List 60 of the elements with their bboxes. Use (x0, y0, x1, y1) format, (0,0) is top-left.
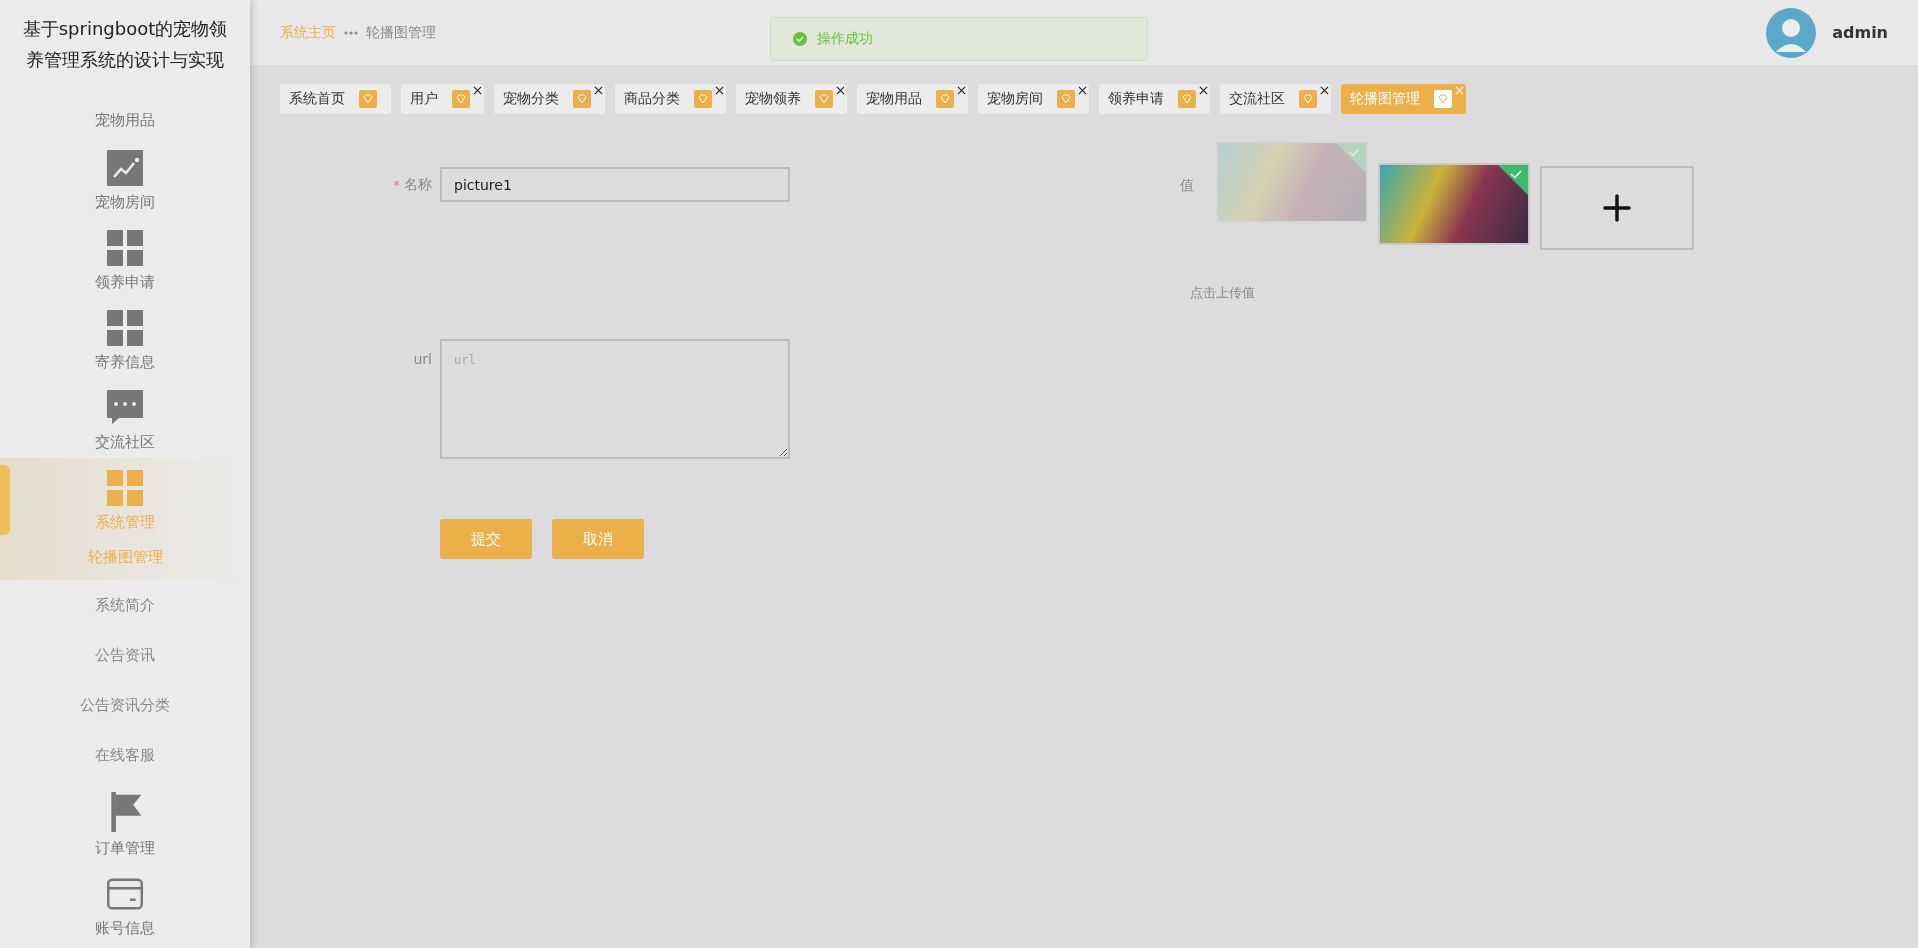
tab-label: 轮播图管理 (1350, 90, 1420, 108)
tab-label: 用户 (410, 90, 438, 108)
card-icon (107, 876, 143, 912)
page-tab[interactable]: 领养申请 (1099, 84, 1210, 114)
close-icon[interactable] (473, 86, 482, 95)
photo-placeholder[interactable] (1378, 163, 1530, 245)
page-tab[interactable]: 宠物分类 (494, 84, 605, 114)
tab-label: 宠物领养 (745, 90, 801, 108)
toast-message: 操作成功 (817, 30, 873, 48)
plus-icon (1603, 194, 1631, 222)
page-tab[interactable]: 宠物房间 (978, 84, 1089, 114)
sidebar-menu-item[interactable]: 交流社区 (0, 378, 250, 458)
name-input[interactable]: picture1 (440, 167, 790, 202)
sidebar-submenu-item[interactable]: 在线客服 (0, 730, 250, 780)
tab-label: 领养申请 (1108, 90, 1164, 108)
sidebar-submenu-item[interactable]: 公告资讯 (0, 630, 250, 680)
more-dots-icon (344, 30, 358, 35)
sidebar-submenu-item[interactable]: 系统简介 (0, 580, 250, 630)
close-icon[interactable] (1320, 86, 1329, 95)
check-circle-icon (793, 32, 807, 46)
check-corner-icon (1498, 165, 1528, 195)
close-icon[interactable] (1078, 86, 1087, 95)
page-tab[interactable]: 商品分类 (615, 84, 726, 114)
field-label: 名称 (404, 175, 432, 194)
page-tab[interactable]: 宠物领养 (736, 84, 847, 114)
sidebar-menu-item[interactable]: 订单管理 (0, 780, 250, 864)
chat-icon (107, 390, 143, 426)
sidebar-menu-item[interactable]: 寄养信息 (0, 298, 250, 378)
sidebar-menu-item[interactable]: 账号信息 (0, 864, 250, 944)
tab-label: 交流社区 (1229, 90, 1285, 108)
check-corner-icon (1336, 143, 1366, 173)
field-label: 值 (1180, 176, 1195, 195)
page-tab[interactable]: 交流社区 (1220, 84, 1331, 114)
grid-icon (107, 230, 143, 266)
tab-label: 宠物房间 (987, 90, 1043, 108)
breadcrumb-item: 轮播图管理 (366, 23, 436, 42)
field-label: url (413, 351, 432, 367)
sidebar-menu-item[interactable]: 领养申请 (0, 218, 250, 298)
tab-label: 宠物分类 (503, 90, 559, 108)
page-tab[interactable]: 宠物用品 (857, 84, 968, 114)
close-icon[interactable] (594, 86, 603, 95)
page-tab[interactable]: 系统首页 (280, 84, 391, 114)
sidebar-submenu-item[interactable]: 公告资讯分类 (0, 680, 250, 730)
username[interactable]: admin (1832, 23, 1888, 42)
sidebar-menu-item[interactable]: 宠物房间 (0, 138, 250, 218)
tab-label: 宠物用品 (866, 90, 922, 108)
required-mark: * (393, 176, 400, 193)
tab-label: 商品分类 (624, 90, 680, 108)
close-icon[interactable] (836, 86, 845, 95)
tab-label: 系统首页 (289, 90, 345, 108)
sidebar-menu-item[interactable]: 宠物用品 (0, 75, 250, 138)
upload-hint: 点击上传值 (1190, 284, 1256, 302)
app-title: 基于springboot的宠物领养管理系统的设计与实现 (21, 17, 229, 72)
grid-icon (107, 470, 143, 506)
close-icon[interactable] (715, 86, 724, 95)
page-tab[interactable]: 用户 (401, 84, 484, 114)
close-icon[interactable] (957, 86, 966, 95)
grid-icon (107, 310, 143, 346)
chart-icon (107, 150, 143, 186)
close-icon[interactable] (1199, 86, 1208, 95)
